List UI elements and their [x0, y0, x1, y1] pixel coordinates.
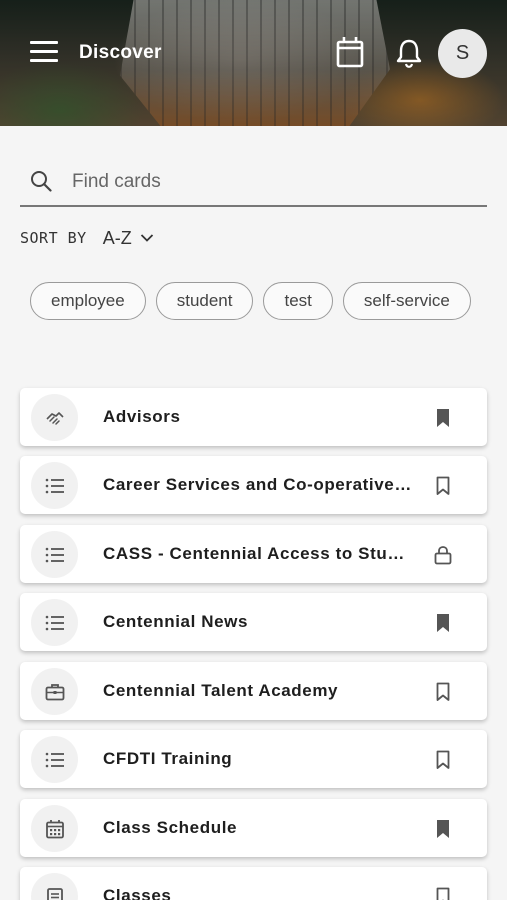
card-list-item[interactable]: Centennial News	[20, 593, 487, 651]
card-title: Classes	[103, 886, 172, 900]
calendar-icon	[45, 819, 64, 838]
sort-value[interactable]: A-Z	[103, 228, 132, 249]
bookmark-filled-icon[interactable]	[432, 612, 454, 634]
search-bar	[20, 160, 487, 207]
bookmark-filled-icon[interactable]	[432, 407, 454, 429]
card-title: CASS - Centennial Access to Student Serv…	[103, 544, 413, 563]
card-title: Centennial News	[103, 612, 249, 631]
card-list-item[interactable]: Class Schedule	[20, 799, 487, 857]
tag-chip-test[interactable]: test	[263, 282, 333, 320]
sort-label: SORT BY	[20, 229, 87, 247]
handshake-icon	[45, 411, 64, 425]
tag-chip-employee[interactable]: employee	[30, 282, 146, 320]
header-banner: Discover S	[0, 0, 507, 126]
search-icon	[31, 171, 52, 192]
tag-filter-chips: employee student test self-service	[30, 282, 490, 320]
card-list-item[interactable]: Classes	[20, 867, 487, 900]
card-title: Class Schedule	[103, 818, 238, 837]
notifications-bell-icon[interactable]	[394, 38, 424, 68]
sort-control[interactable]: SORT BY A-Z	[20, 227, 154, 249]
list-icon	[45, 478, 64, 493]
search-input[interactable]	[72, 166, 472, 198]
bookmark-outline-icon[interactable]	[432, 475, 454, 497]
user-avatar[interactable]: S	[438, 29, 487, 78]
card-title: CFDTI Training	[103, 749, 233, 768]
bookmark-filled-icon[interactable]	[432, 818, 454, 840]
briefcase-icon	[45, 683, 64, 700]
bookmark-outline-icon[interactable]	[432, 681, 454, 703]
bookmark-outline-icon[interactable]	[432, 749, 454, 771]
tag-chip-self-service[interactable]: self-service	[342, 282, 471, 320]
card-title: Centennial Talent Academy	[103, 681, 339, 700]
card-title: Career Services and Co-operative Educati…	[103, 475, 413, 494]
page-title: Discover	[79, 42, 162, 63]
card-list-item[interactable]: Centennial Talent Academy	[20, 662, 487, 720]
document-icon	[46, 887, 63, 900]
menu-icon[interactable]	[30, 41, 58, 63]
tag-chip-student[interactable]: student	[155, 282, 254, 320]
card-list-item[interactable]: CASS - Centennial Access to Student Serv…	[20, 525, 487, 583]
calendar-icon[interactable]	[336, 36, 364, 68]
list-icon	[45, 615, 64, 630]
bookmark-outline-icon[interactable]	[432, 886, 454, 900]
card-list-item[interactable]: Career Services and Co-operative Educati…	[20, 456, 487, 514]
card-list-item[interactable]: Advisors	[20, 388, 487, 446]
chevron-down-icon[interactable]	[140, 233, 154, 243]
card-title: Advisors	[103, 407, 181, 426]
list-icon	[45, 752, 64, 767]
list-icon	[45, 547, 64, 562]
card-list-item[interactable]: CFDTI Training	[20, 730, 487, 788]
lock-icon[interactable]	[432, 544, 454, 566]
